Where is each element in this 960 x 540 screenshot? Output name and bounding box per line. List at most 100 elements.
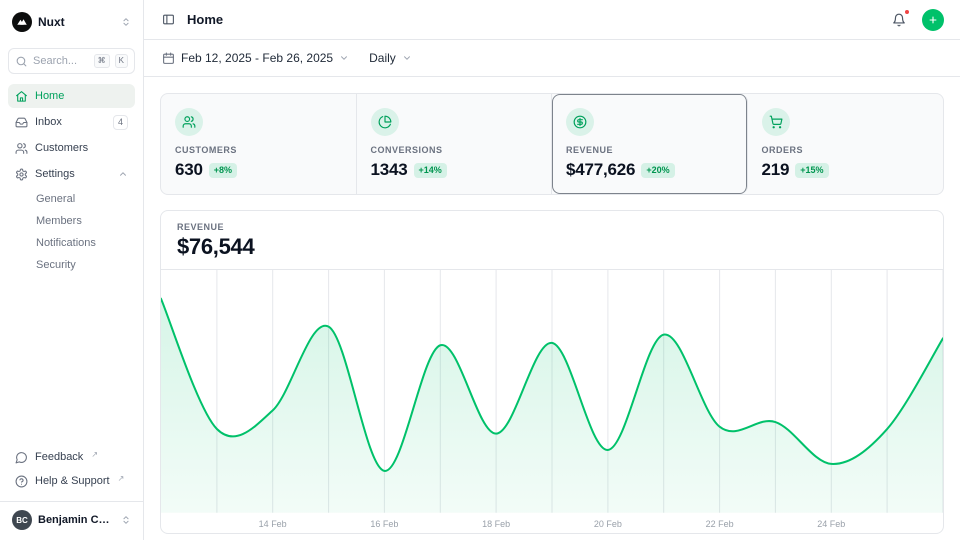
stat-delta-badge: +20% xyxy=(641,163,674,178)
sidebar-item-label: Settings xyxy=(35,168,75,180)
stat-delta-badge: +8% xyxy=(209,163,237,178)
svg-text:18 Feb: 18 Feb xyxy=(482,519,510,529)
stats-grid: CUSTOMERS 630 +8% CONVERSIONS 1343 +14% xyxy=(160,93,944,195)
add-button[interactable] xyxy=(922,9,944,31)
settings-subnav: General Members Notifications Security xyxy=(8,188,135,276)
subnav-label: General xyxy=(36,193,75,205)
stat-label: CUSTOMERS xyxy=(175,145,342,155)
main-area: Home Feb 12, 2025 - Feb 26, 2025 xyxy=(144,0,960,540)
external-link-icon: ↗ xyxy=(118,474,125,483)
subnav-label: Security xyxy=(36,259,76,271)
sidebar-item-settings[interactable]: Settings xyxy=(8,162,135,186)
svg-text:16 Feb: 16 Feb xyxy=(370,519,398,529)
sidebar-item-label: Customers xyxy=(35,142,88,154)
user-menu[interactable]: BC Benjamin Canac xyxy=(8,502,135,532)
notifications-button[interactable] xyxy=(890,11,908,29)
chevrons-up-down-icon xyxy=(121,515,131,525)
search-icon xyxy=(15,55,28,68)
granularity-select[interactable]: Daily xyxy=(367,47,414,69)
users-icon xyxy=(175,108,203,136)
pie-chart-icon xyxy=(371,108,399,136)
help-support-link[interactable]: Help & Support ↗ xyxy=(8,469,135,493)
help-circle-icon xyxy=(15,475,28,488)
stat-value: 630 xyxy=(175,160,203,180)
nuxt-logo-icon xyxy=(12,12,32,32)
panel-left-icon xyxy=(162,13,175,26)
stat-value: $477,626 xyxy=(566,160,635,180)
chart-header: REVENUE $76,544 xyxy=(161,211,943,270)
sidebar-item-members[interactable]: Members xyxy=(8,210,135,232)
granularity-label: Daily xyxy=(369,51,396,65)
workspace-name: Nuxt xyxy=(38,15,65,29)
workspace-switcher[interactable]: Nuxt xyxy=(8,8,135,36)
sidebar-item-label: Inbox xyxy=(35,116,62,128)
avatar: BC xyxy=(12,510,32,530)
stat-label: REVENUE xyxy=(566,145,733,155)
inbox-count-badge: 4 xyxy=(113,115,128,130)
kbd-k: K xyxy=(115,54,128,68)
chevron-down-icon xyxy=(339,53,349,63)
stat-delta-badge: +14% xyxy=(414,163,447,178)
svg-text:24 Feb: 24 Feb xyxy=(817,519,845,529)
stat-card-customers[interactable]: CUSTOMERS 630 +8% xyxy=(161,94,357,194)
chart-title: REVENUE xyxy=(177,222,927,232)
svg-text:20 Feb: 20 Feb xyxy=(594,519,622,529)
message-bubble-icon xyxy=(15,451,28,464)
chart-current-value: $76,544 xyxy=(177,234,927,260)
stat-card-orders[interactable]: ORDERS 219 +15% xyxy=(748,94,944,194)
sidebar-search: ⌘ K xyxy=(8,48,135,74)
dashboard-content: CUSTOMERS 630 +8% CONVERSIONS 1343 +14% xyxy=(144,77,960,540)
sidebar-item-label: Home xyxy=(35,90,64,102)
external-link-icon: ↗ xyxy=(91,450,98,459)
shopping-cart-icon xyxy=(762,108,790,136)
chevrons-up-down-icon xyxy=(121,17,131,27)
stat-delta-badge: +15% xyxy=(795,163,828,178)
page-header: Home xyxy=(144,0,960,40)
revenue-chart-card: REVENUE $76,544 14 Feb 16 Feb 18 Feb 20 Feb… xyxy=(160,210,944,534)
stat-label: CONVERSIONS xyxy=(371,145,538,155)
inbox-icon xyxy=(15,116,28,129)
chevron-up-icon xyxy=(118,169,128,179)
stat-card-revenue[interactable]: REVENUE $477,626 +20% xyxy=(552,94,748,194)
svg-text:14 Feb: 14 Feb xyxy=(259,519,287,529)
sidebar-item-general[interactable]: General xyxy=(8,188,135,210)
svg-text:22 Feb: 22 Feb xyxy=(706,519,734,529)
stat-card-conversions[interactable]: CONVERSIONS 1343 +14% xyxy=(357,94,553,194)
footer-link-label: Feedback xyxy=(35,451,83,463)
filter-bar: Feb 12, 2025 - Feb 26, 2025 Daily xyxy=(144,40,960,77)
subnav-label: Notifications xyxy=(36,237,96,249)
page-title: Home xyxy=(187,12,223,27)
sidebar-nav: Home Inbox 4 Customers Settings General xyxy=(8,84,135,276)
sidebar-item-inbox[interactable]: Inbox 4 xyxy=(8,110,135,134)
bell-icon xyxy=(892,13,906,27)
sidebar-item-home[interactable]: Home xyxy=(8,84,135,108)
sidebar-toggle-button[interactable] xyxy=(160,11,177,28)
home-icon xyxy=(15,90,28,103)
revenue-area-chart[interactable]: 14 Feb 16 Feb 18 Feb 20 Feb 22 Feb 24 Feb xyxy=(161,270,943,533)
chart-body: 14 Feb 16 Feb 18 Feb 20 Feb 22 Feb 24 Feb xyxy=(161,270,943,533)
stat-value: 1343 xyxy=(371,160,408,180)
plus-icon xyxy=(928,15,938,25)
stat-label: ORDERS xyxy=(762,145,930,155)
subnav-label: Members xyxy=(36,215,82,227)
search-input[interactable] xyxy=(33,55,89,67)
sidebar-item-customers[interactable]: Customers xyxy=(8,136,135,160)
feedback-link[interactable]: Feedback ↗ xyxy=(8,445,135,469)
sidebar-item-notifications[interactable]: Notifications xyxy=(8,232,135,254)
user-name: Benjamin Canac xyxy=(38,514,115,526)
stat-value: 219 xyxy=(762,160,790,180)
date-range-label: Feb 12, 2025 - Feb 26, 2025 xyxy=(181,51,333,65)
kbd-cmd: ⌘ xyxy=(94,54,110,68)
chevron-down-icon xyxy=(402,53,412,63)
calendar-icon xyxy=(162,52,175,65)
users-icon xyxy=(15,142,28,155)
notification-dot xyxy=(904,9,910,15)
app-root: Nuxt ⌘ K Home Inbox 4 Customers xyxy=(0,0,960,540)
footer-link-label: Help & Support xyxy=(35,475,110,487)
sidebar-spacer xyxy=(8,276,135,445)
sidebar-item-security[interactable]: Security xyxy=(8,254,135,276)
gear-icon xyxy=(15,168,28,181)
dollar-circle-icon xyxy=(566,108,594,136)
sidebar: Nuxt ⌘ K Home Inbox 4 Customers xyxy=(0,0,144,540)
date-range-picker[interactable]: Feb 12, 2025 - Feb 26, 2025 xyxy=(160,47,351,69)
